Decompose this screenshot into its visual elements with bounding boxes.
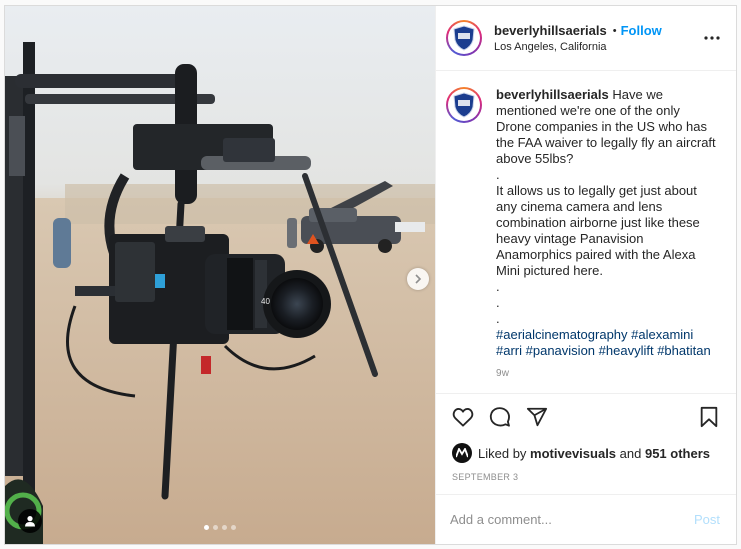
caption-line: the FAA waiver to legally fly an aircraf… [496, 135, 716, 150]
user-tag-icon [25, 516, 35, 527]
caption-line: mentioned we're one of the only [496, 103, 680, 118]
hashtag-link[interactable]: #heavylift [599, 343, 654, 358]
caption-line: . [496, 167, 500, 182]
caption-line: heavy vintage Panavision [496, 231, 644, 246]
caption-text: Have we [608, 87, 663, 102]
hashtag-link[interactable]: #aerialcinematography [496, 327, 628, 342]
post-details: beverlyhillsaerials • Follow Los Angeles… [435, 6, 736, 544]
header-username[interactable]: beverlyhillsaerials [494, 23, 607, 38]
action-bar [436, 393, 736, 440]
motive-logo-icon [456, 448, 468, 458]
save-button[interactable] [694, 402, 724, 432]
follow-button[interactable]: Follow [621, 23, 662, 38]
heart-icon [452, 408, 474, 427]
comment-input[interactable] [450, 512, 694, 527]
tagged-users-button[interactable] [18, 509, 42, 533]
caption-line: beverlyhillsaerials Have we [496, 87, 716, 103]
hashtag-link[interactable]: #panavision [526, 343, 595, 358]
carousel-indicator [5, 525, 435, 530]
caption-line: . [496, 295, 500, 310]
carousel-dot [213, 525, 218, 530]
likes-count[interactable]: 951 others [645, 446, 710, 461]
hashtag-link[interactable]: #bhatitan [657, 343, 711, 358]
carousel-dot [204, 525, 209, 530]
share-button[interactable] [522, 402, 552, 432]
add-comment-bar: Post [436, 494, 736, 544]
likes-summary: Liked by motivevisuals and 951 others [436, 440, 736, 466]
liker-username[interactable]: motivevisuals [530, 446, 616, 461]
more-options-icon [704, 36, 720, 40]
chevron-right-icon [415, 274, 422, 284]
carousel-dot [222, 525, 227, 530]
share-icon [526, 407, 548, 427]
likes-middle: and [616, 445, 645, 461]
avatar[interactable] [446, 20, 482, 56]
post-photo: 40 [5, 42, 435, 544]
caption-avatar[interactable] [446, 87, 482, 123]
post-caption: beverlyhillsaerials Have we mentioned we… [496, 87, 716, 359]
liker-avatar[interactable] [452, 443, 472, 463]
caption-line: Drone companies in the US who has [496, 119, 708, 134]
post-comment-button[interactable]: Post [694, 512, 720, 527]
post-media[interactable]: 40 [5, 6, 435, 544]
hashtag-link[interactable]: #alexamini [631, 327, 693, 342]
shield-logo-icon [453, 92, 475, 118]
carousel-next-button[interactable] [407, 268, 429, 290]
post-header: beverlyhillsaerials • Follow Los Angeles… [436, 6, 736, 71]
caption-line: above 55lbs? [496, 151, 574, 166]
hashtag-line: #arri #panavision #heavylift #bhatitan [496, 343, 716, 359]
shield-logo-icon [453, 25, 475, 51]
svg-text:40: 40 [261, 297, 270, 306]
instagram-post: 40 beverlyhillsaerials • Follow Los Ange… [4, 5, 737, 545]
hashtag-line: #aerialcinematography #alexamini [496, 327, 716, 343]
hashtag-link[interactable]: #arri [496, 343, 522, 358]
like-button[interactable] [448, 402, 478, 432]
caption-username[interactable]: beverlyhillsaerials [496, 87, 609, 102]
caption-line: combination airborne just like these [496, 215, 700, 230]
separator-dot: • [612, 24, 617, 37]
post-date[interactable]: SEPTEMBER 3 [436, 466, 736, 494]
caption-line: Anamorphics paired with the Alexa [496, 247, 696, 262]
comments-area: beverlyhillsaerials Have we mentioned we… [436, 71, 736, 393]
caption-line: Mini pictured here. [496, 263, 603, 278]
caption-line: any cinema camera and lens [496, 199, 663, 214]
carousel-dot [231, 525, 236, 530]
more-options-button[interactable] [700, 26, 724, 50]
caption-time-ago[interactable]: 9w [496, 368, 716, 379]
bookmark-icon [700, 406, 718, 428]
caption-line: . [496, 311, 500, 326]
comment-icon [489, 407, 510, 427]
comment-button[interactable] [485, 402, 515, 432]
caption-line: It allows us to legally get just about [496, 183, 697, 198]
caption-line: . [496, 279, 500, 294]
likes-prefix: Liked by [478, 445, 531, 461]
location-link[interactable]: Los Angeles, California [494, 41, 700, 53]
